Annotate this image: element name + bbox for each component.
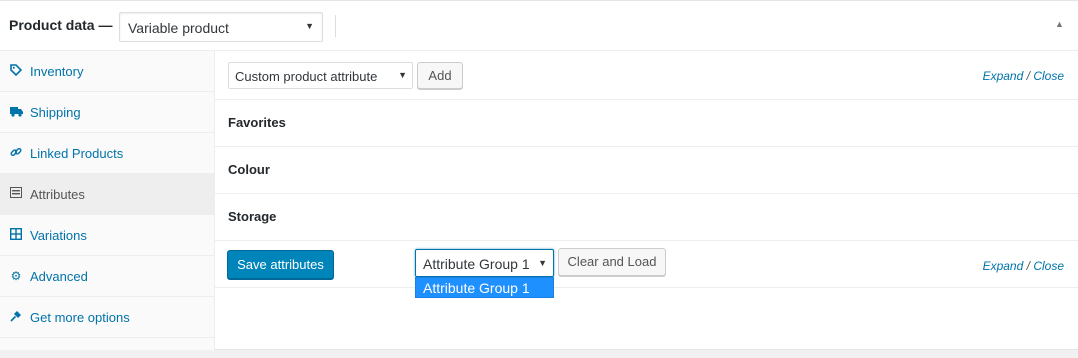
clear-and-load-button[interactable]: Clear and Load (558, 248, 666, 276)
tab-attributes[interactable]: Attributes (0, 174, 214, 215)
tab-label: Shipping (30, 105, 81, 120)
link-icon (9, 146, 23, 160)
attributes-toolbar: Custom product attribute ▼ Add Expand / … (215, 51, 1078, 100)
collapse-toggle-icon[interactable]: ▲ (1055, 19, 1064, 29)
expand-close-links: Expand / Close (983, 69, 1064, 83)
attribute-taxonomy-select[interactable]: Custom product attribute ▼ (228, 62, 413, 89)
expand-all-link[interactable]: Expand (983, 69, 1024, 83)
product-type-select[interactable]: Variable product ▼ (119, 12, 323, 42)
header-divider (335, 15, 336, 37)
product-type-value: Variable product (128, 20, 229, 36)
tab-label: Linked Products (30, 146, 124, 161)
attribute-group-select[interactable]: Attribute Group 1 ▼ (415, 249, 554, 277)
product-data-tabs: Inventory Shipping Linked Products Attri… (0, 51, 215, 350)
expand-close-links: Expand / Close (983, 259, 1064, 273)
attribute-group-dropdown: Attribute Group 1 (415, 277, 554, 298)
tab-label: Variations (30, 228, 87, 243)
expand-close-separator: / (1026, 69, 1030, 83)
tab-label: Advanced (30, 269, 88, 284)
plug-icon (9, 310, 23, 324)
truck-icon (9, 105, 23, 119)
tab-label: Get more options (30, 310, 130, 325)
save-attributes-button[interactable]: Save attributes (227, 250, 334, 279)
attribute-row[interactable]: Favorites (215, 100, 1078, 147)
product-data-panel: Product data — Variable product ▼ ▲ Inve… (0, 0, 1078, 350)
attribute-taxonomy-value: Custom product attribute (235, 69, 378, 84)
expand-close-separator: / (1026, 259, 1030, 273)
close-all-link[interactable]: Close (1033, 69, 1064, 83)
tab-label: Inventory (30, 64, 84, 79)
attributes-panel: Custom product attribute ▼ Add Expand / … (215, 51, 1078, 350)
tab-variations[interactable]: Variations (0, 215, 214, 256)
tag-icon (9, 64, 23, 78)
dropdown-option[interactable]: Attribute Group 1 (423, 280, 530, 296)
chevron-down-icon: ▼ (398, 70, 407, 80)
grid-icon (9, 227, 23, 242)
attribute-name: Favorites (228, 115, 286, 130)
attribute-row[interactable]: Colour (215, 147, 1078, 194)
attribute-group-value: Attribute Group 1 (423, 256, 530, 272)
attribute-name: Storage (228, 209, 277, 224)
tab-advanced[interactable]: ⚙ Advanced (0, 256, 214, 297)
list-icon (9, 187, 23, 201)
tab-linked-products[interactable]: Linked Products (0, 133, 214, 174)
tab-get-more-options[interactable]: Get more options (0, 297, 214, 338)
attribute-row[interactable]: Storage (215, 194, 1078, 241)
attribute-name: Colour (228, 162, 270, 177)
chevron-down-icon: ▼ (305, 21, 314, 31)
chevron-down-icon: ▼ (538, 258, 547, 268)
product-data-header: Product data — Variable product ▼ ▲ (0, 1, 1078, 51)
gear-icon: ⚙ (10, 269, 22, 283)
add-attribute-button[interactable]: Add (417, 62, 463, 89)
attributes-footer: Save attributes Attribute Group 1 ▼ Clea… (215, 240, 1078, 298)
tab-inventory[interactable]: Inventory (0, 51, 214, 92)
expand-all-link[interactable]: Expand (983, 259, 1024, 273)
close-all-link[interactable]: Close (1033, 259, 1064, 273)
panel-title: Product data — (9, 17, 113, 33)
tab-shipping[interactable]: Shipping (0, 92, 214, 133)
tab-label: Attributes (30, 187, 85, 202)
